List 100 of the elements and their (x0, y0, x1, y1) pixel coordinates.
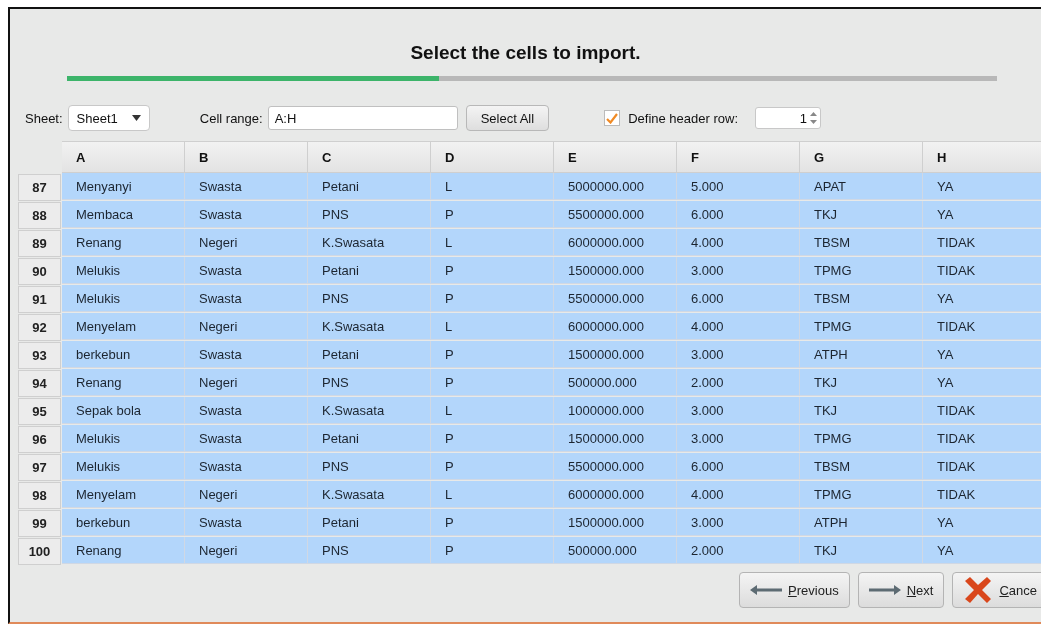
sheet-dropdown[interactable]: Sheet1 (67, 105, 150, 131)
column-header[interactable]: B (185, 141, 308, 173)
table-cell: 6.000 (677, 285, 800, 312)
table-cell: 5000000.000 (554, 173, 677, 200)
next-button[interactable]: Next (857, 572, 945, 608)
dialog-title: Select the cells to import. (409, 42, 642, 64)
table-cell: YA (923, 537, 1041, 564)
table-cell: 1000000.000 (554, 397, 677, 424)
header-row-spinner[interactable]: 1 (755, 107, 821, 129)
table-cell: Swasta (185, 201, 308, 228)
table-cell: ATPH (800, 341, 923, 368)
table-cell: K.Swasata (308, 229, 431, 256)
table-cell: 2.000 (677, 369, 800, 396)
table-cell: 3.000 (677, 509, 800, 536)
table-cell: TKJ (800, 397, 923, 424)
table-cell: YA (923, 173, 1041, 200)
column-header[interactable]: D (431, 141, 554, 173)
table-cell: K.Swasata (308, 313, 431, 340)
table-cell: Melukis (62, 425, 185, 452)
cancel-button[interactable]: Cance (952, 572, 1041, 608)
table-cell: L (431, 313, 554, 340)
table-cell: 5500000.000 (554, 285, 677, 312)
table-cell: Petani (308, 257, 431, 284)
table-cell: berkebun (62, 509, 185, 536)
table-cell: TIDAK (923, 425, 1041, 452)
table-cell: Negeri (185, 537, 308, 564)
table-cell: APAT (800, 173, 923, 200)
table-cell: Petani (308, 341, 431, 368)
table-cell: P (431, 425, 554, 452)
table-cell: TPMG (800, 481, 923, 508)
row-number: 94 (18, 370, 61, 397)
column-header[interactable]: A (62, 141, 185, 173)
select-all-button[interactable]: Select All (465, 105, 550, 131)
table-cell: P (431, 537, 554, 564)
table-cell: P (431, 369, 554, 396)
table-cell: Petani (308, 509, 431, 536)
table-cell: TPMG (800, 257, 923, 284)
table-cell: Melukis (62, 453, 185, 480)
table-cell: Menyelam (62, 313, 185, 340)
header-row-checkbox[interactable] (604, 110, 621, 126)
row-number: 100 (18, 538, 61, 565)
cell-range-label: Cell range: (199, 110, 263, 126)
table-cell: 5500000.000 (554, 201, 677, 228)
table-cell: TBSM (800, 285, 923, 312)
table-cell: TIDAK (923, 397, 1041, 424)
table-cell: 3.000 (677, 425, 800, 452)
table-cell: Swasta (185, 397, 308, 424)
table-cell: 6.000 (677, 453, 800, 480)
table-cell: Swasta (185, 425, 308, 452)
table-cell: Petani (308, 173, 431, 200)
row-number: 95 (18, 398, 61, 425)
table-cell: 1500000.000 (554, 257, 677, 284)
table-cell: Swasta (185, 341, 308, 368)
table-cell: TKJ (800, 537, 923, 564)
table-cell: 500000.000 (554, 369, 677, 396)
table-cell: L (431, 481, 554, 508)
table-cell: L (431, 397, 554, 424)
dropdown-arrow-icon (131, 115, 141, 121)
row-number: 88 (18, 202, 61, 229)
table-cell: 6000000.000 (554, 229, 677, 256)
row-number: 89 (18, 230, 61, 257)
row-number: 98 (18, 482, 61, 509)
checkmark-icon (606, 112, 619, 124)
table-cell: Negeri (185, 313, 308, 340)
table-cell: P (431, 341, 554, 368)
table-cell: Swasta (185, 257, 308, 284)
table-cell: TIDAK (923, 453, 1041, 480)
table-cell: Renang (62, 229, 185, 256)
table-cell: 4.000 (677, 229, 800, 256)
table-cell: 5500000.000 (554, 453, 677, 480)
table-cell: Membaca (62, 201, 185, 228)
table-cell: TPMG (800, 313, 923, 340)
table-cell: 4.000 (677, 481, 800, 508)
table-cell: PNS (308, 453, 431, 480)
sheet-label: Sheet: (25, 110, 63, 126)
table-cell: Renang (62, 369, 185, 396)
previous-button[interactable]: Previous (739, 572, 850, 608)
table-cell: TBSM (800, 229, 923, 256)
table-cell: Melukis (62, 285, 185, 312)
table-cell: 500000.000 (554, 537, 677, 564)
table-cell: Swasta (185, 285, 308, 312)
table-cell: TIDAK (923, 481, 1041, 508)
table-cell: 3.000 (677, 341, 800, 368)
row-number: 96 (18, 426, 61, 453)
table-cell: 6000000.000 (554, 313, 677, 340)
table-cell: PNS (308, 537, 431, 564)
cell-range-field[interactable]: A:H (267, 106, 458, 130)
table-cell: 2.000 (677, 537, 800, 564)
column-header[interactable]: C (308, 141, 431, 173)
table-cell: Negeri (185, 481, 308, 508)
column-header[interactable]: E (554, 141, 677, 173)
column-header[interactable]: G (800, 141, 923, 173)
table-cell: PNS (308, 201, 431, 228)
table-cell: 1500000.000 (554, 341, 677, 368)
column-header[interactable]: H (923, 141, 1041, 173)
table-cell: 6000000.000 (554, 481, 677, 508)
close-icon (963, 576, 994, 604)
column-header[interactable]: F (677, 141, 800, 173)
table-cell: 4.000 (677, 313, 800, 340)
table-cell: YA (923, 341, 1041, 368)
